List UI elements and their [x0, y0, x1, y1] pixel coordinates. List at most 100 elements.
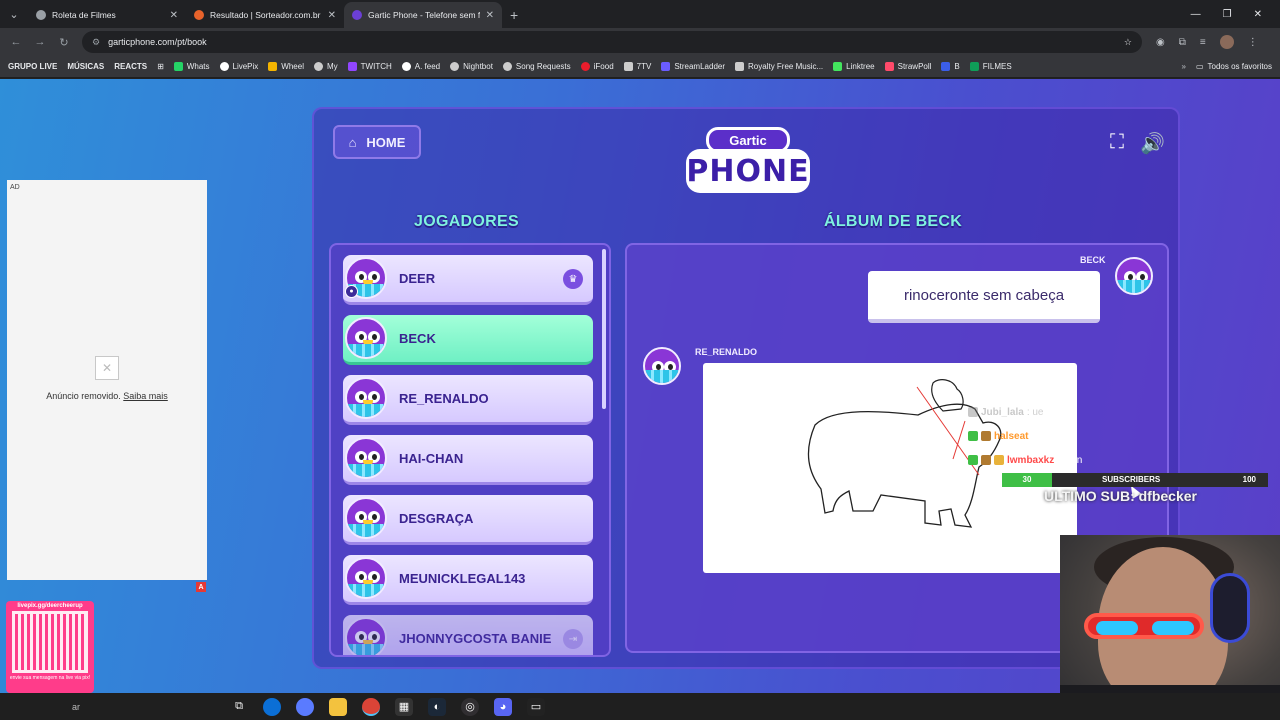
- restore-icon[interactable]: ❐: [1223, 9, 1232, 20]
- bookmark-nightbot[interactable]: Nightbot: [450, 62, 493, 71]
- taskbar: ar ⧉ ▦ ◐ ◎ ◕ ▭: [0, 693, 1280, 720]
- close-window-icon[interactable]: ✕: [1254, 9, 1262, 20]
- player-name: DESGRAÇA: [399, 511, 474, 526]
- site-info-icon[interactable]: ⚙: [92, 37, 100, 48]
- home-label: HOME: [366, 134, 406, 150]
- bookmark-label: My: [326, 62, 338, 71]
- player-card-jhonnygcosta[interactable]: JHONNYGCOSTA BANIE ⇥: [343, 615, 593, 655]
- ad-message: Anúncio removido. Saiba mais: [7, 391, 207, 401]
- close-tab-icon[interactable]: ✕: [170, 10, 178, 21]
- bookmark-filmes[interactable]: FILMES: [969, 62, 1012, 71]
- bookmark-ifood[interactable]: iFood: [580, 62, 614, 71]
- home-button[interactable]: ⌂ HOME: [333, 125, 421, 159]
- chat-badge-icon: [981, 431, 991, 441]
- player-avatar: [345, 437, 387, 479]
- bookmark-whats[interactable]: Whats: [173, 62, 210, 71]
- bookmark-label: MÚSICAS: [67, 62, 105, 71]
- more-bookmarks-icon[interactable]: »: [1182, 62, 1186, 71]
- apps-grid-icon[interactable]: ⊞: [157, 62, 164, 71]
- puzzle-icon[interactable]: ⧉: [1179, 37, 1186, 48]
- bookmark-strawpoll[interactable]: StrawPoll: [884, 62, 932, 71]
- bookmark-7tv[interactable]: 7TV: [623, 62, 651, 71]
- bookmark-reacts[interactable]: REACTS: [114, 62, 147, 71]
- profile-avatar[interactable]: [1219, 35, 1234, 49]
- bookmark-afeed[interactable]: A. feed: [401, 62, 440, 71]
- bookmark-label: Linktree: [846, 62, 875, 71]
- menu-icon[interactable]: ⋮: [1248, 37, 1258, 48]
- tab-sorteador[interactable]: Resultado | Sorteador.com.br - ✕: [186, 2, 344, 28]
- bookmark-grupo-live[interactable]: GRUPO LIVE: [8, 62, 57, 71]
- url-input[interactable]: ⚙ garticphone.com/pt/book ☆: [82, 31, 1142, 53]
- bookmark-label: LivePix: [232, 62, 259, 71]
- chat-badge-icon: [968, 455, 978, 465]
- new-tab-button[interactable]: +: [510, 7, 518, 23]
- bookmark-label: StrawPoll: [897, 62, 932, 71]
- extension-icon[interactable]: ◉: [1156, 37, 1165, 48]
- app-icon[interactable]: ▦: [395, 697, 413, 716]
- ad-removed-text: Anúncio removido.: [46, 391, 121, 401]
- player-card-meunicklegal143[interactable]: MEUNICKLEGAL143: [343, 555, 593, 605]
- player-card-deer[interactable]: ● DEER ♛: [343, 255, 593, 305]
- bookmark-twitch[interactable]: TWITCH: [347, 62, 392, 71]
- player-card-beck[interactable]: BECK: [343, 315, 593, 365]
- ad-label: AD: [10, 184, 20, 191]
- obs-icon[interactable]: ◎: [461, 697, 479, 716]
- players-list[interactable]: ● DEER ♛ BECK RE_RENALDO HAI-CHAN DESGRA…: [329, 243, 611, 657]
- player-name: JHONNYGCOSTA BANIE: [399, 631, 552, 646]
- bookmark-livepix[interactable]: LivePix: [219, 62, 259, 71]
- chat-badge-icon: [968, 431, 978, 441]
- tab-search-icon[interactable]: ⌄: [0, 0, 28, 28]
- broken-image-icon: ✕: [95, 356, 119, 380]
- bookmark-song-requests[interactable]: Song Requests: [502, 62, 571, 71]
- file-explorer-icon[interactable]: [329, 697, 347, 716]
- bookmark-label: Song Requests: [515, 62, 571, 71]
- tab-roleta[interactable]: Roleta de Filmes ✕: [28, 2, 186, 28]
- back-icon[interactable]: ←: [4, 36, 28, 48]
- chat-text: : eu n: [1057, 454, 1083, 466]
- terminal-icon[interactable]: ▭: [527, 697, 545, 716]
- chat-badge-icon: [981, 455, 991, 465]
- streamladder-icon: [661, 62, 671, 71]
- discord-icon[interactable]: ◕: [494, 697, 512, 716]
- bookmark-wheel[interactable]: Wheel: [268, 62, 304, 71]
- players-scrollbar[interactable]: [602, 249, 606, 409]
- forward-icon[interactable]: →: [28, 36, 52, 48]
- feed-icon: [401, 62, 411, 71]
- close-tab-icon[interactable]: ✕: [328, 10, 336, 21]
- bookmark-musicas[interactable]: MÚSICAS: [67, 62, 104, 71]
- reload-icon[interactable]: ↻: [52, 36, 76, 49]
- steam-icon[interactable]: ◐: [428, 697, 446, 716]
- window-controls: — ❐ ✕: [1191, 9, 1280, 20]
- subs-current: 30: [1002, 473, 1052, 487]
- player-card-re-renaldo[interactable]: RE_RENALDO: [343, 375, 593, 425]
- tab-gartic-phone[interactable]: Gartic Phone - Telefone sem fio ✕: [344, 2, 502, 28]
- player-name: HAI-CHAN: [399, 451, 464, 466]
- qr-code: [12, 611, 88, 673]
- learn-more-link[interactable]: Saiba mais: [123, 391, 168, 401]
- bookmark-star-icon[interactable]: ☆: [1124, 37, 1132, 48]
- last-sub-text: ULTIMO SUB: dfbecker: [1044, 488, 1197, 504]
- bookmark-my[interactable]: My: [313, 62, 338, 71]
- beck-avatar: [1115, 257, 1153, 295]
- fullscreen-icon[interactable]: ⛶: [1110, 131, 1124, 154]
- copilot-icon[interactable]: [296, 697, 314, 716]
- taskbar-search[interactable]: ar: [72, 702, 222, 712]
- bookmark-label: GRUPO LIVE: [8, 62, 58, 71]
- minimize-icon[interactable]: —: [1191, 9, 1201, 20]
- all-bookmarks-folder[interactable]: ▭ Todos os favoritos: [1196, 62, 1280, 71]
- bookmark-b[interactable]: B: [941, 62, 960, 71]
- media-icon[interactable]: ≡: [1200, 37, 1206, 48]
- bookmark-royalty[interactable]: Royalty Free Music...: [735, 62, 823, 71]
- player-card-desgraca[interactable]: DESGRAÇA: [343, 495, 593, 545]
- nightbot-icon: [450, 62, 460, 71]
- volume-icon[interactable]: 🔊: [1140, 131, 1165, 156]
- task-view-icon[interactable]: ⧉: [230, 698, 248, 716]
- edge-icon[interactable]: [263, 697, 281, 716]
- bookmark-linktree[interactable]: Linktree: [833, 62, 875, 71]
- chrome-icon[interactable]: [362, 697, 380, 716]
- player-card-hai-chan[interactable]: HAI-CHAN: [343, 435, 593, 485]
- bookmark-streamladder[interactable]: StreamLadder: [661, 62, 725, 71]
- ad-choices-icon[interactable]: A: [196, 582, 206, 592]
- close-tab-icon[interactable]: ✕: [486, 10, 494, 21]
- logo-main-text: PHONE: [686, 149, 810, 193]
